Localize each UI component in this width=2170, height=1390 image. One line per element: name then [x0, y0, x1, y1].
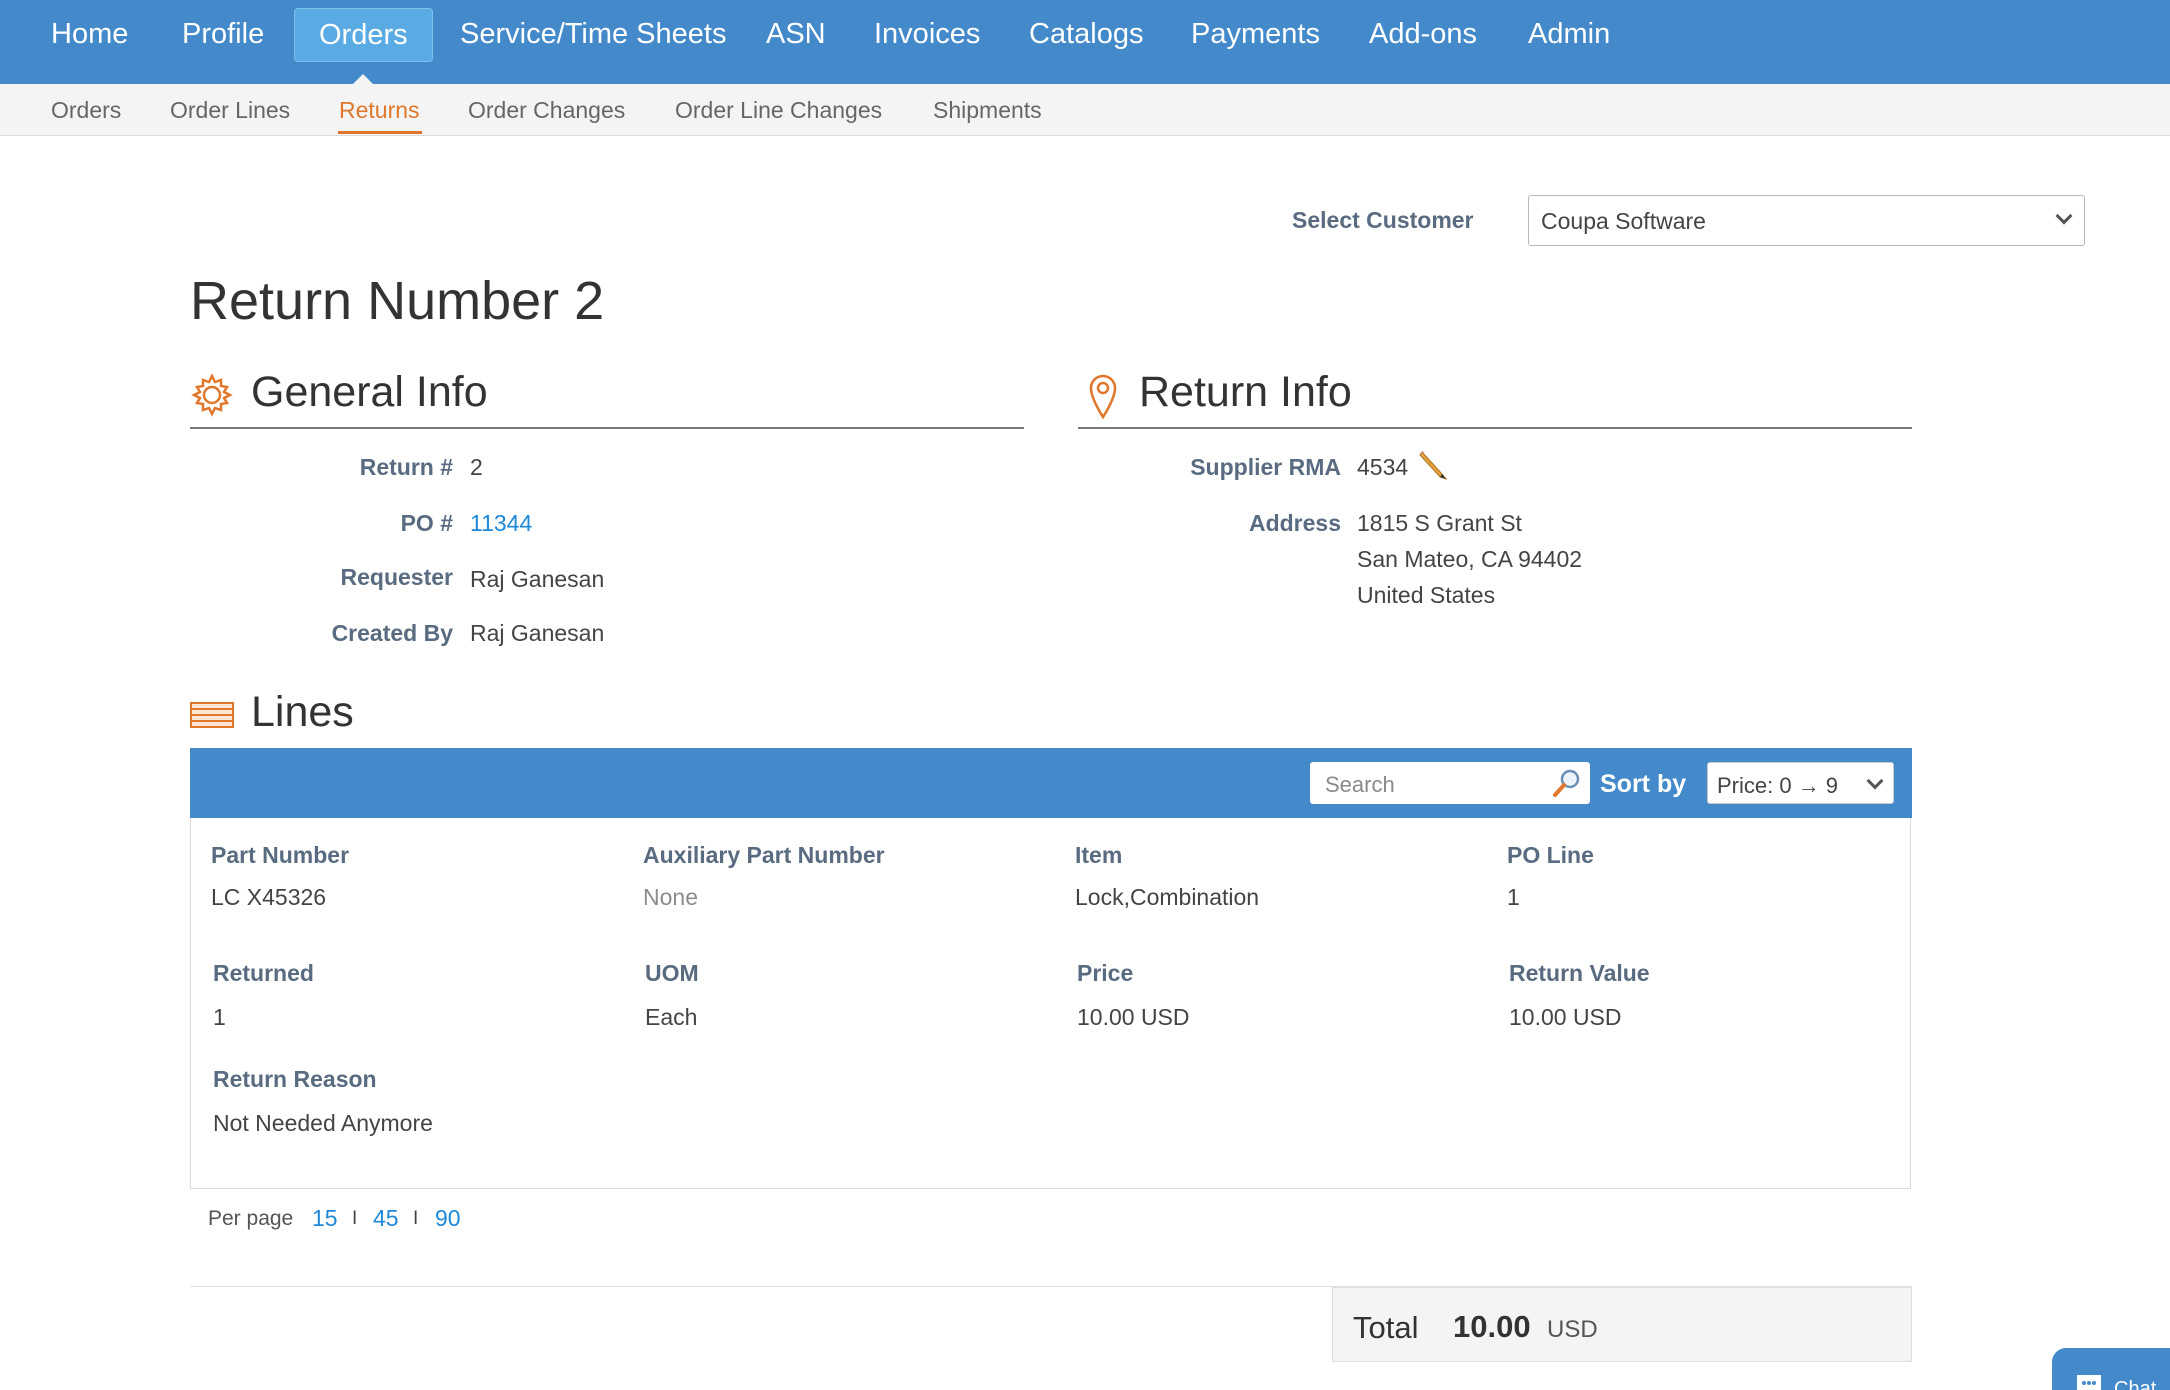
auxiliary-part-number-label: Auxiliary Part Number	[643, 842, 885, 868]
auxiliary-part-number-value: None	[643, 884, 698, 910]
return-reason-label: Return Reason	[213, 1066, 377, 1092]
subnav-orders[interactable]: Orders	[51, 84, 121, 136]
part-number-value: LC X45326	[211, 884, 327, 910]
nav-asn[interactable]: ASN	[742, 0, 850, 68]
po-number-link[interactable]: 11344	[470, 510, 532, 537]
subnav-order-line-changes[interactable]: Order Line Changes	[675, 84, 882, 136]
customer-select[interactable]: Coupa Software	[1528, 195, 2085, 246]
subnav-order-changes[interactable]: Order Changes	[468, 84, 625, 136]
return-info-title: Return Info	[1139, 368, 1352, 416]
total-label: Total	[1353, 1310, 1419, 1345]
general-info-divider	[190, 427, 1024, 429]
per-page-15[interactable]: 15	[312, 1205, 338, 1232]
map-pin-icon	[1088, 373, 1118, 424]
item-label: Item	[1075, 842, 1123, 868]
chat-icon	[2074, 1372, 2104, 1390]
gear-icon	[190, 373, 234, 422]
requester-value: Raj Ganesan	[470, 566, 605, 592]
po-line-label: PO Line	[1507, 842, 1594, 868]
uom-label: UOM	[645, 960, 699, 986]
chat-label: Chat	[2114, 1378, 2157, 1390]
return-reason-value: Not Needed Anymore	[213, 1110, 433, 1136]
nav-payments[interactable]: Payments	[1167, 0, 1344, 68]
total-box	[1332, 1287, 1912, 1362]
supplier-rma-value: 4534	[1357, 454, 1409, 480]
nav-invoices[interactable]: Invoices	[850, 0, 1004, 68]
address-label: Address	[1248, 510, 1341, 536]
per-page-separator: I	[352, 1208, 358, 1229]
nav-home[interactable]: Home	[27, 0, 152, 68]
per-page-90[interactable]: 90	[435, 1205, 461, 1232]
general-info-title: General Info	[251, 368, 488, 416]
subnav-order-lines[interactable]: Order Lines	[170, 84, 290, 136]
lines-icon	[190, 702, 234, 733]
chat-button[interactable]: Chat	[2052, 1348, 2170, 1390]
page-title: Return Number 2	[190, 271, 605, 331]
pencil-icon[interactable]	[1418, 448, 1450, 487]
return-value-value: 10.00 USD	[1509, 1004, 1622, 1030]
nav-add-ons[interactable]: Add-ons	[1345, 0, 1501, 68]
line-card: Part Number LC X45326 Auxiliary Part Num…	[190, 818, 1911, 1189]
chevron-down-icon	[1866, 772, 1884, 790]
active-subtab-underline	[338, 131, 422, 134]
po-line-value: 1	[1507, 884, 1520, 910]
sort-by-label: Sort by	[1600, 770, 1687, 798]
search-placeholder: Search	[1325, 772, 1395, 797]
return-info-divider	[1078, 427, 1912, 429]
address-line-3: United States	[1357, 582, 1496, 608]
return-value-label: Return Value	[1509, 960, 1650, 986]
nav-service-time-sheets[interactable]: Service/Time Sheets	[436, 0, 750, 68]
lines-title: Lines	[251, 688, 354, 736]
select-customer-label: Select Customer	[1292, 207, 1474, 233]
created-by-label: Created By	[331, 620, 453, 646]
chevron-down-icon	[2055, 207, 2073, 225]
search-icon[interactable]	[1552, 768, 1582, 803]
address-line-2: San Mateo, CA 94402	[1357, 546, 1583, 572]
customer-select-value: Coupa Software	[1541, 208, 1706, 234]
return-number-label: Return #	[359, 454, 453, 480]
subnav-shipments[interactable]: Shipments	[933, 84, 1042, 136]
address-line-1: 1815 S Grant St	[1357, 510, 1522, 536]
part-number-label: Part Number	[211, 842, 350, 868]
nav-orders[interactable]: Orders	[294, 8, 433, 62]
nav-admin[interactable]: Admin	[1504, 0, 1634, 68]
sort-select-value: Price: 0 → 9	[1717, 773, 1839, 798]
requester-label: Requester	[340, 564, 453, 590]
subnav-returns[interactable]: Returns	[339, 84, 420, 136]
po-number-label: PO #	[400, 510, 453, 536]
top-nav: Home Profile Orders Service/Time Sheets …	[0, 0, 2170, 85]
item-value: Lock,Combination	[1075, 884, 1260, 910]
nav-profile[interactable]: Profile	[158, 0, 288, 68]
search-input[interactable]: Search	[1310, 762, 1590, 804]
sub-nav: Orders Order Lines Returns Order Changes…	[0, 84, 2170, 136]
per-page-45[interactable]: 45	[373, 1205, 399, 1232]
uom-value: Each	[645, 1004, 698, 1030]
price-value: 10.00 USD	[1077, 1004, 1190, 1030]
per-page-separator: I	[413, 1208, 419, 1229]
returned-label: Returned	[213, 960, 314, 986]
created-by-value: Raj Ganesan	[470, 620, 605, 646]
sort-select[interactable]: Price: 0 → 9	[1707, 762, 1894, 804]
returned-value: 1	[213, 1004, 226, 1030]
per-page-label: Per page	[208, 1207, 294, 1230]
total-value: 10.00	[1453, 1309, 1531, 1344]
nav-catalogs[interactable]: Catalogs	[1005, 0, 1167, 68]
return-number-value: 2	[470, 454, 483, 480]
price-label: Price	[1077, 960, 1134, 986]
total-currency: USD	[1547, 1316, 1598, 1343]
supplier-rma-label: Supplier RMA	[1190, 454, 1341, 480]
